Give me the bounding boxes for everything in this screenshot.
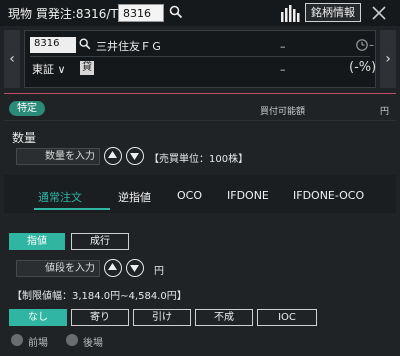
morning-session-label: 前場 [28, 338, 48, 349]
window-title: 現物 買発注:8316/T [8, 7, 118, 21]
afternoon-session-label: 後場 [83, 338, 103, 349]
account-type-badge[interactable]: 特定 [9, 101, 45, 116]
trading-unit-note: 【売買単位：100株】 [149, 154, 249, 165]
quantity-increment-button[interactable] [104, 147, 122, 165]
quantity-decrement-button[interactable] [126, 147, 144, 165]
condition-close-button[interactable]: 引け [133, 309, 191, 326]
section-divider [4, 93, 396, 94]
row-divider [4, 120, 396, 121]
stock-info-button[interactable]: 銘柄情報 [305, 3, 361, 22]
chart-bars-icon[interactable] [280, 4, 300, 22]
tab-stop-order[interactable]: 逆指値 [118, 189, 151, 205]
code-input[interactable] [118, 4, 164, 22]
condition-open-button[interactable]: 寄り [71, 309, 129, 326]
condition-ioc-button[interactable]: IOC [257, 309, 317, 326]
stock-code-field[interactable]: 8316 [30, 37, 76, 53]
tab-oco[interactable]: OCO [177, 189, 202, 202]
active-tab-indicator [34, 208, 110, 210]
price-change: – [280, 63, 286, 76]
buying-power-unit: 円 [380, 107, 390, 117]
quantity-label: 数量 [12, 131, 37, 145]
lending-badge: 貸 [80, 61, 94, 75]
condition-none-button[interactable]: なし [9, 309, 67, 326]
price-decrement-button[interactable] [126, 259, 144, 277]
limit-order-button[interactable]: 指値 [9, 233, 65, 250]
buying-power-label: 買付可能額 [260, 107, 306, 117]
afternoon-session-radio[interactable] [66, 334, 78, 346]
search-icon[interactable] [78, 37, 92, 51]
price-limit-range: 【制限値幅：3,184.0円∼4,584.0円】 [12, 291, 187, 302]
market-order-button[interactable]: 成行 [71, 233, 129, 250]
price-increment-button[interactable] [104, 259, 122, 277]
clock-icon [355, 38, 369, 52]
quantity-input[interactable]: 数量を入力 [16, 148, 100, 165]
condition-funari-button[interactable]: 不成 [195, 309, 253, 326]
search-icon[interactable] [168, 4, 184, 20]
panel-divider [30, 56, 370, 57]
tab-ifdone-oco[interactable]: IFDONE-OCO [293, 189, 364, 202]
tab-normal-order[interactable]: 通常注文 [38, 189, 82, 205]
next-stock-button[interactable]: › [380, 30, 396, 88]
close-icon[interactable] [370, 4, 388, 22]
market-select[interactable]: 東証 ∨ [32, 61, 66, 77]
prev-stock-button[interactable]: ‹ [4, 30, 20, 88]
price-time: – [369, 40, 374, 51]
morning-session-radio[interactable] [11, 334, 23, 346]
price-unit: 円 [154, 266, 164, 277]
stock-panel [24, 30, 376, 88]
tab-ifdone[interactable]: IFDONE [227, 189, 269, 202]
stock-price: – [280, 40, 286, 53]
price-input[interactable]: 値段を入力 [16, 260, 100, 277]
price-change-percent: (-%) [349, 60, 377, 75]
stock-name: 三井住友ＦＧ [96, 40, 162, 53]
